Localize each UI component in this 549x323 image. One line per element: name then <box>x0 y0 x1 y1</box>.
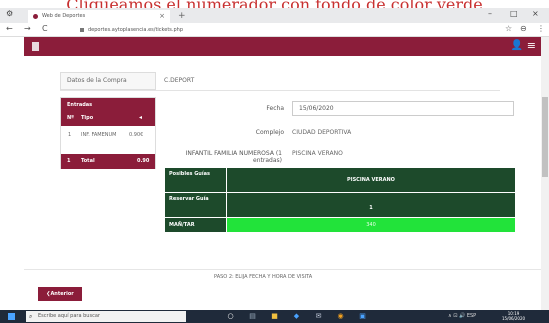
taskbar-clock[interactable]: 10:19 15/06/2020 <box>502 311 525 321</box>
grid-row-guias: Posibles Guías PISCINA VERANO <box>165 168 515 192</box>
reload-icon[interactable]: C <box>42 24 48 33</box>
cart-total-num: 1 <box>67 158 71 164</box>
cart-total-row: 1 Total 0.90 <box>61 154 155 169</box>
tipo-entrada-value: PISCINA VERANO <box>292 150 343 157</box>
grid-label-guias: Posibles Guías <box>165 168 226 192</box>
grid-row-reservar: Reservar Guía 1 <box>165 193 515 217</box>
user-icon[interactable]: 👤 <box>511 40 523 51</box>
grid-label-turno: MAÑ/TAR <box>165 218 226 232</box>
maximize-icon[interactable]: □ <box>510 9 518 18</box>
edge-icon[interactable]: ▣ <box>358 312 367 321</box>
profile-icon[interactable]: ⊖ <box>520 24 527 33</box>
cart-row-num: 1 <box>68 132 72 138</box>
tipo-entrada-label: INFANTIL FAMILIA NUMEROSA (1 entradas) <box>185 150 282 164</box>
system-tray[interactable]: ∧ ⊡ 🔊 ESP <box>448 312 476 321</box>
footer-divider <box>24 269 541 270</box>
fecha-input[interactable]: 15/06/2020 <box>292 101 514 116</box>
windows-start-icon[interactable] <box>8 313 15 320</box>
tab-datos-compra[interactable]: Datos de la Compra <box>60 72 156 90</box>
tab-divider <box>60 90 500 91</box>
bookmark-star-icon[interactable]: ☆ <box>505 24 512 33</box>
grid-cell-numerador[interactable]: 340 <box>227 218 515 232</box>
complejo-label: Complejo <box>255 129 284 136</box>
cart-summary: Entradas Nº Tipo ◂ 1 INF. FAMENUM 0.90€ … <box>60 97 156 169</box>
app-header: 👤 ≡ <box>24 37 541 56</box>
url-field[interactable]: deportes.aytoplasencia.es/tickets.php <box>80 25 460 35</box>
grid-label-reservar: Reservar Guía <box>165 193 226 217</box>
file-explorer-icon[interactable]: ■ <box>270 312 279 321</box>
task-view-icon[interactable]: ○ <box>226 312 235 321</box>
booking-form: Fecha 15/06/2020 Complejo CIUDAD DEPORTI… <box>164 94 515 294</box>
new-tab-icon[interactable]: + <box>178 10 186 23</box>
cart-row-type: INF. FAMENUM <box>81 132 117 138</box>
browser-addressbar: ← → C deportes.aytoplasencia.es/tickets.… <box>0 23 549 37</box>
cart-row-price: 0.90€ <box>129 132 144 138</box>
taskbar-search-input[interactable]: ⌕ Escribe aquí para buscar <box>26 311 186 322</box>
cart-col-num: Nº <box>67 115 75 121</box>
app-logo-icon[interactable] <box>32 42 39 51</box>
grid-cell-reservar[interactable]: 1 <box>227 193 515 217</box>
cart-row: 1 INF. FAMENUM 0.90€ <box>61 128 155 154</box>
main-content: Datos de la Compra C.DEPORT Entradas Nº … <box>24 56 541 310</box>
site-favicon-icon <box>33 14 38 19</box>
grid-cell-piscina[interactable]: PISCINA VERANO <box>227 168 515 192</box>
fecha-label: Fecha <box>266 105 284 112</box>
browser-app-icon: ⚙ <box>6 9 14 18</box>
hamburger-menu-icon[interactable]: ≡ <box>527 39 536 52</box>
url-text: deportes.aytoplasencia.es/tickets.php <box>88 27 184 33</box>
cart-title: Entradas <box>67 102 93 108</box>
complejo-value: CIUDAD DEPORTIVA <box>292 129 352 136</box>
tab-close-icon[interactable]: × <box>159 10 165 23</box>
tab-cdeport[interactable]: C.DEPORT <box>164 72 194 90</box>
mail-icon[interactable]: ✉ <box>314 312 323 321</box>
browser-tabbar: ⚙ Web de Deportes × + – □ × <box>0 8 549 23</box>
cart-col-type: Tipo <box>81 115 94 121</box>
browser-tab[interactable]: Web de Deportes × <box>28 10 170 23</box>
close-window-icon[interactable]: × <box>532 9 539 18</box>
taskbar-app-icon[interactable]: ▤ <box>248 312 257 321</box>
browser-menu-icon[interactable]: ⋮ <box>537 24 545 33</box>
search-icon: ⌕ <box>29 313 33 320</box>
chrome-icon[interactable]: ◉ <box>336 312 345 321</box>
back-icon[interactable]: ← <box>6 24 13 33</box>
browser-tab-title: Web de Deportes <box>42 13 86 19</box>
cart-total-label: Total <box>81 158 95 164</box>
cart-header: Entradas Nº Tipo ◂ <box>61 98 155 126</box>
grid-row-turno: MAÑ/TAR 340 <box>165 218 515 232</box>
os-taskbar: ⌕ Escribe aquí para buscar ○ ▤ ■ ◆ ✉ ◉ ▣… <box>0 310 549 323</box>
store-icon[interactable]: ◆ <box>292 312 301 321</box>
minimize-icon[interactable]: – <box>488 9 492 18</box>
forward-icon[interactable]: → <box>24 24 31 33</box>
taskbar-search-placeholder: Escribe aquí para buscar <box>38 313 100 319</box>
previous-button[interactable]: ❮Anterior <box>38 287 82 301</box>
cart-total-value: 0.90 <box>137 158 150 164</box>
lock-icon <box>80 27 84 32</box>
step-indicator: PASO 2: ELIJA FECHA Y HORA DE VISITA <box>214 274 313 280</box>
page-scrollbar[interactable] <box>541 37 549 310</box>
scrollbar-thumb[interactable] <box>542 97 548 177</box>
cart-collapse-icon[interactable]: ◂ <box>139 114 142 121</box>
clock-date: 15/06/2020 <box>502 316 526 321</box>
